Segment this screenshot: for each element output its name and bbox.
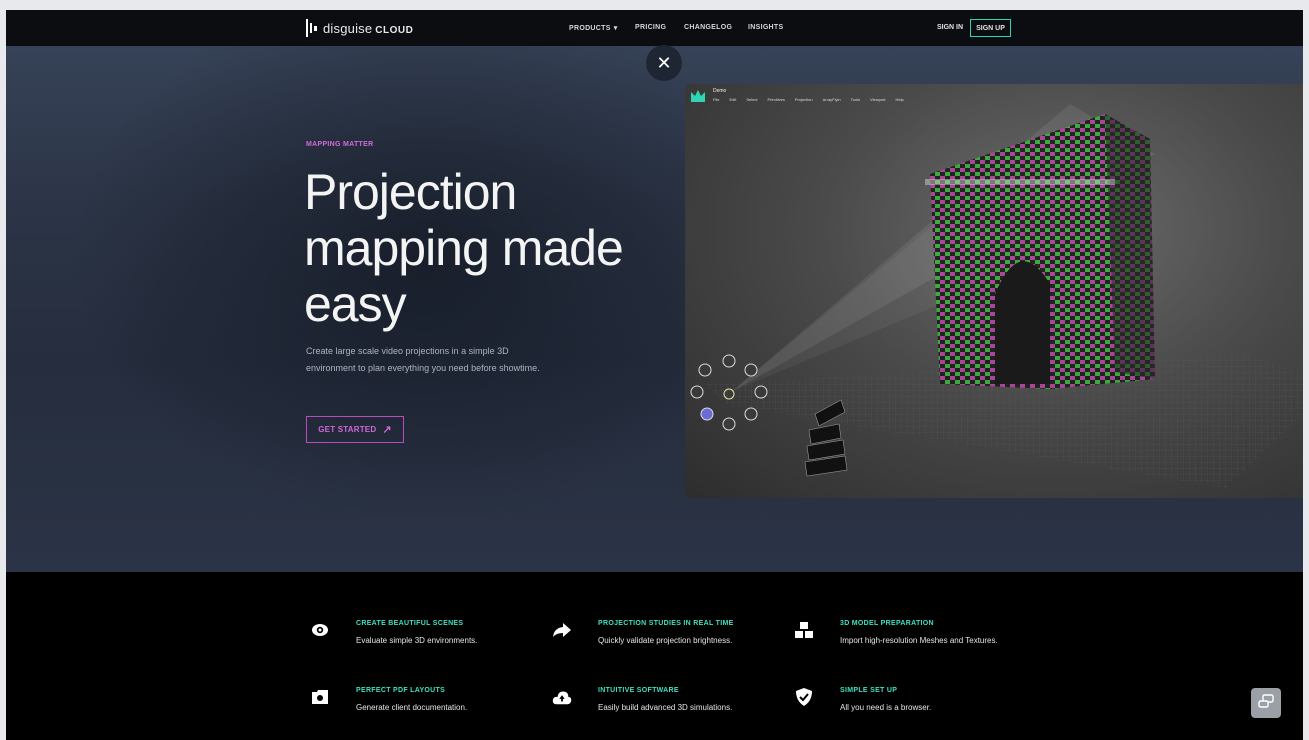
eye-icon bbox=[310, 620, 330, 640]
feature-desc: Import high-resolution Meshes and Textur… bbox=[840, 636, 998, 645]
feature-title: INTUITIVE SOFTWARE bbox=[598, 687, 679, 694]
top-nav: disguise CLOUD PRODUCTS ▾ PRICING CHANGELO… bbox=[6, 10, 1303, 46]
cubes-icon bbox=[794, 620, 814, 640]
feature-desc: Evaluate simple 3D environments. bbox=[356, 636, 478, 645]
feature-title: PERFECT PDF LAYOUTS bbox=[356, 687, 446, 694]
feature-title: PROJECTION STUDIES IN REAL TIME bbox=[598, 620, 734, 627]
hero-headline: Projection mapping made easy bbox=[304, 164, 624, 332]
app-preview-screenshot: Demo File Edit Select Primitives Project… bbox=[685, 84, 1303, 498]
feature-title: SIMPLE SET UP bbox=[840, 687, 898, 694]
hero-section: MAPPING MATTER Projection mapping made e… bbox=[6, 46, 1303, 572]
logo[interactable]: disguise CLOUD bbox=[306, 18, 413, 38]
feature-desc: Generate client documentation. bbox=[356, 703, 468, 712]
camera-folder-icon bbox=[310, 687, 330, 707]
share-arrow-icon bbox=[552, 620, 572, 640]
nav-changelog[interactable]: CHANGELOG bbox=[684, 24, 732, 31]
cloud-upload-icon bbox=[552, 687, 572, 707]
sign-up-button[interactable]: SIGN UP bbox=[970, 19, 1011, 37]
logo-text: disguise CLOUD bbox=[323, 20, 414, 36]
arch-3d-scene bbox=[690, 104, 1303, 488]
feature-desc: Quickly validate projection brightness. bbox=[598, 636, 733, 645]
feature-title: 3D MODEL PREPARATION bbox=[840, 620, 934, 627]
nav-insights[interactable]: INSIGHTS bbox=[748, 24, 783, 31]
chevron-down-icon: ▾ bbox=[613, 25, 618, 32]
close-button[interactable]: ✕ bbox=[646, 45, 682, 81]
hero-description: Create large scale video projections in … bbox=[306, 346, 540, 373]
hero-eyebrow: MAPPING MATTER bbox=[306, 141, 374, 148]
feature-desc: All you need is a browser. bbox=[840, 703, 932, 712]
nav-pricing[interactable]: PRICING bbox=[635, 24, 666, 31]
feature-title: CREATE BEAUTIFUL SCENES bbox=[356, 620, 464, 627]
sign-in-link[interactable]: SIGN IN bbox=[937, 24, 963, 31]
close-icon: ✕ bbox=[656, 52, 672, 73]
logo-icon bbox=[306, 18, 317, 38]
page-frame: disguise CLOUD PRODUCTS ▾ PRICING CHANGELO… bbox=[6, 10, 1303, 740]
nav-products[interactable]: PRODUCTS ▾ bbox=[569, 24, 618, 32]
chat-support-button[interactable] bbox=[1251, 688, 1281, 718]
get-started-button[interactable]: GET STARTED ↗ bbox=[306, 416, 404, 443]
feature-desc: Easily build advanced 3D simulations. bbox=[598, 703, 733, 712]
features-section: CREATE BEAUTIFUL SCENES Evaluate simple … bbox=[6, 572, 1303, 740]
arrow-up-right-icon: ↗ bbox=[382, 424, 392, 436]
shield-check-icon bbox=[794, 687, 814, 707]
chat-bubbles-icon bbox=[1258, 693, 1274, 713]
